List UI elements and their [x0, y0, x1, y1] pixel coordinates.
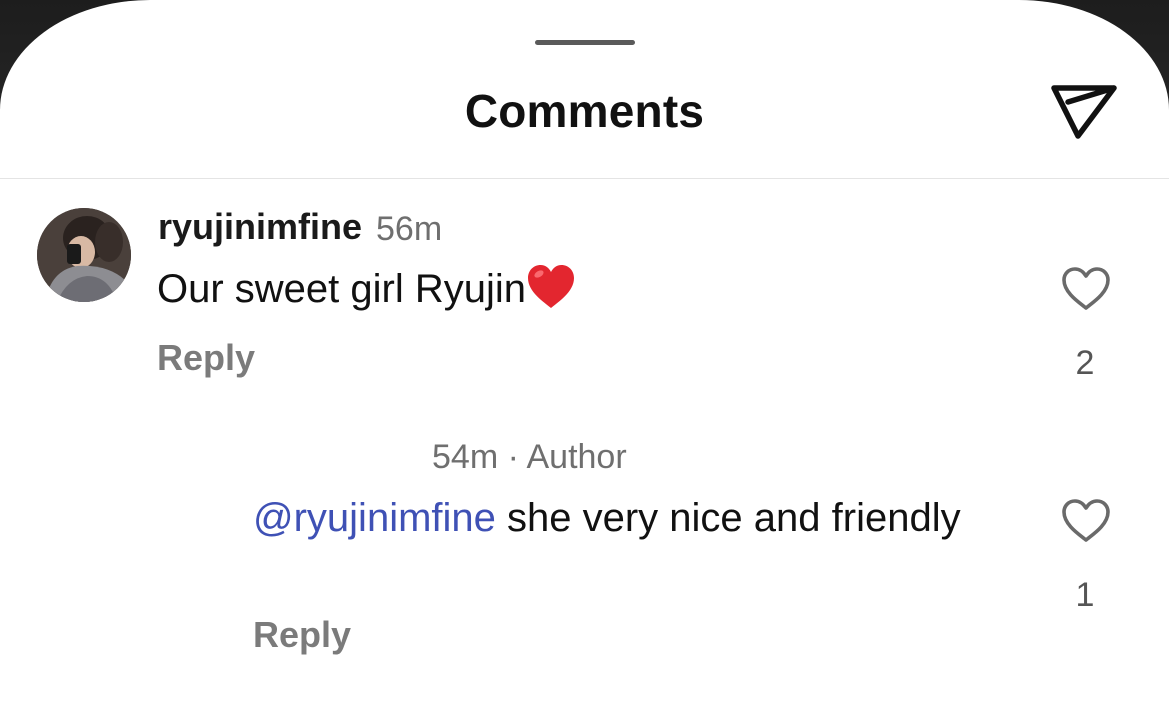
heart-outline-icon [1062, 267, 1110, 310]
heart-outline-icon [1062, 499, 1110, 542]
page-title: Comments [464, 85, 705, 137]
reply-button[interactable]: Reply [253, 614, 351, 656]
comment-username[interactable]: ryujinimfine [158, 206, 362, 248]
reply-button[interactable]: Reply [157, 337, 255, 379]
reply-text: she very nice and friendly [495, 496, 961, 540]
comments-sheet: Comments ryujinimfine 56m Our sweet girl… [0, 0, 1169, 704]
red-heart-icon [528, 265, 575, 308]
share-button[interactable] [1048, 78, 1124, 146]
like-button[interactable] [1060, 498, 1112, 544]
reply-body: @ryujinimfine she very nice and friendly [253, 494, 1013, 542]
reply-meta: 54m · Author [432, 438, 627, 476]
mention-link[interactable]: @ryujinimfine [253, 496, 496, 540]
comment-text: Our sweet girl Ryujin [157, 267, 527, 311]
divider [0, 178, 1169, 179]
like-count: 1 [1075, 576, 1095, 614]
comment-body: Our sweet girl Ryujin [157, 262, 576, 312]
drag-handle[interactable] [535, 40, 635, 45]
comment-timestamp: 56m [376, 210, 443, 248]
send-icon [1051, 85, 1117, 139]
avatar[interactable] [37, 208, 131, 302]
like-button[interactable] [1060, 266, 1112, 312]
like-count: 2 [1075, 344, 1095, 382]
